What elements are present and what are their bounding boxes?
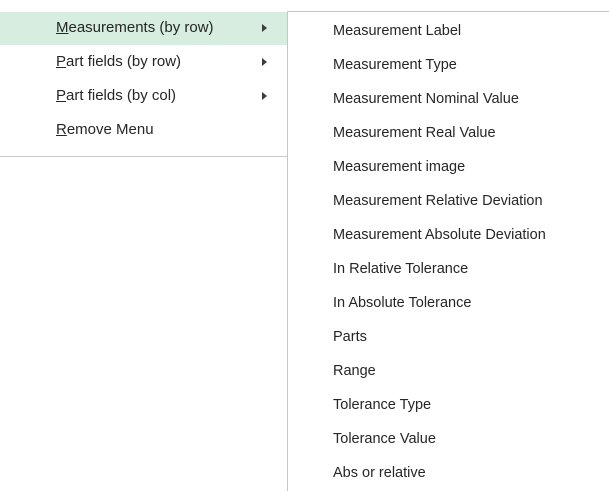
context-menu: Measurements (by row) Part fields (by ro… <box>0 0 287 157</box>
submenu-item-label: Measurement Real Value <box>333 125 496 141</box>
submenu-item-measurement-real-value[interactable]: Measurement Real Value <box>288 117 609 151</box>
menu-item-label: Part fields (by col) <box>56 87 176 104</box>
submenu-item-tolerance-value[interactable]: Tolerance Value <box>288 423 609 457</box>
menu-item-label: Part fields (by row) <box>56 53 181 70</box>
submenu-item-measurement-relative-deviation[interactable]: Measurement Relative Deviation <box>288 185 609 219</box>
submenu-item-measurement-absolute-deviation[interactable]: Measurement Absolute Deviation <box>288 219 609 253</box>
menu-item-accelerator: M <box>56 19 69 36</box>
submenu-item-in-relative-tolerance[interactable]: In Relative Tolerance <box>288 253 609 287</box>
submenu-item-label: Abs or relative <box>333 465 426 481</box>
menu-screen: Measurements (by row) Part fields (by ro… <box>0 0 609 491</box>
menu-item-label-text: easurements (by row) <box>68 19 214 36</box>
menu-item-label-text: emove Menu <box>66 121 154 138</box>
submenu-item-in-absolute-tolerance[interactable]: In Absolute Tolerance <box>288 287 609 321</box>
submenu-item-label: In Absolute Tolerance <box>333 295 472 311</box>
submenu-item-range[interactable]: Range <box>288 355 609 389</box>
submenu-item-label: Measurement Type <box>333 57 457 73</box>
submenu-item-label: Tolerance Value <box>333 431 436 447</box>
submenu-arrow-icon <box>262 58 267 66</box>
menu-item-accelerator: P <box>56 53 67 70</box>
submenu-item-label: Range <box>333 363 376 379</box>
menu-item-measurements-by-row[interactable]: Measurements (by row) <box>0 12 287 45</box>
menu-item-label-text: art fields (by row) <box>66 53 182 70</box>
menu-item-label-text: art fields (by col) <box>66 87 177 104</box>
menu-item-accelerator: P <box>56 87 67 104</box>
menu-item-label: Measurements (by row) <box>56 19 214 36</box>
submenu-item-tolerance-type[interactable]: Tolerance Type <box>288 389 609 423</box>
submenu-item-measurement-image[interactable]: Measurement image <box>288 151 609 185</box>
submenu-item-measurement-type[interactable]: Measurement Type <box>288 49 609 83</box>
measurements-submenu: Measurement Label Measurement Type Measu… <box>287 11 609 491</box>
menu-item-part-fields-by-row[interactable]: Part fields (by row) <box>0 46 287 79</box>
submenu-item-label: Measurement image <box>333 159 466 175</box>
submenu-item-parts[interactable]: Parts <box>288 321 609 355</box>
menu-item-remove-menu[interactable]: Remove Menu <box>0 114 287 147</box>
menu-item-label: Remove Menu <box>56 121 154 138</box>
submenu-item-label: Tolerance Type <box>333 397 432 413</box>
submenu-arrow-icon <box>262 24 267 32</box>
submenu-item-label: Parts <box>333 329 367 345</box>
menu-item-part-fields-by-col[interactable]: Part fields (by col) <box>0 80 287 113</box>
submenu-item-measurement-nominal-value[interactable]: Measurement Nominal Value <box>288 83 609 117</box>
submenu-item-label: Measurement Nominal Value <box>333 91 519 107</box>
submenu-item-label: Measurement Relative Deviation <box>333 193 543 209</box>
menu-item-accelerator: R <box>56 121 67 138</box>
submenu-item-label: Measurement Absolute Deviation <box>333 227 546 243</box>
submenu-item-label: Measurement Label <box>333 23 462 39</box>
submenu-item-measurement-label[interactable]: Measurement Label <box>288 15 609 49</box>
submenu-item-abs-or-relative[interactable]: Abs or relative <box>288 457 609 491</box>
submenu-arrow-icon <box>262 92 267 100</box>
submenu-item-label: In Relative Tolerance <box>333 261 469 277</box>
